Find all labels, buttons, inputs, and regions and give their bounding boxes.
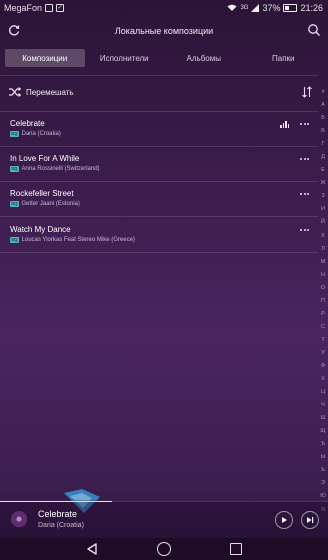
gallery-notification-icon <box>45 4 54 12</box>
track-artist: Anna Rossinelli (Switzerland) <box>21 166 100 172</box>
alphabet-index-letter[interactable]: Д <box>321 151 325 164</box>
alphabet-index-letter[interactable]: Й <box>321 216 325 229</box>
track-artist: Daria (Croatia) <box>21 131 61 137</box>
title-bar: Локальные композиции <box>0 18 328 44</box>
next-icon <box>307 517 314 523</box>
track-artist: Getter Jaani (Estonia) <box>21 201 80 207</box>
tab-artists[interactable]: Исполнители <box>85 49 165 67</box>
track-row[interactable]: Watch My Dance SQ Loucas Yiorkas Feat St… <box>0 218 318 252</box>
track-meta: SQ Daria (Croatia) <box>10 131 61 137</box>
album-art <box>10 511 28 529</box>
now-playing-bar[interactable]: Celebrate Daria (Croatia) <box>0 500 328 538</box>
track-title: Celebrate <box>10 119 45 128</box>
sort-icon[interactable] <box>301 86 313 98</box>
alphabet-index-letter[interactable]: У <box>321 347 325 360</box>
alphabet-index-letter[interactable]: Ф <box>321 360 325 373</box>
wifi-icon <box>227 4 237 11</box>
track-title: In Love For A While <box>10 154 80 163</box>
alphabet-index-letter[interactable]: Л <box>321 243 325 256</box>
track-row[interactable]: In Love For A While SQ Anna Rossinelli (… <box>0 147 318 181</box>
track-title: Rockefeller Street <box>10 189 74 198</box>
quality-badge: SQ <box>10 237 19 243</box>
search-icon[interactable] <box>307 23 321 37</box>
alphabet-index-letter[interactable]: М <box>321 256 326 269</box>
alphabet-index-letter[interactable]: Э <box>321 477 325 490</box>
alphabet-index-letter[interactable]: Ж <box>320 177 325 190</box>
alphabet-index-letter[interactable]: К <box>321 230 324 243</box>
more-icon[interactable] <box>300 156 310 162</box>
track-title: Watch My Dance <box>10 225 71 234</box>
tab-compositions[interactable]: Композиции <box>5 49 85 67</box>
network-type: 3G <box>240 5 249 11</box>
tab-folders[interactable]: Папки <box>244 49 324 67</box>
more-icon[interactable] <box>300 227 310 233</box>
alphabet-index-letter[interactable]: # <box>321 86 324 99</box>
alphabet-index-letter[interactable]: Н <box>321 269 325 282</box>
signal-icon <box>251 4 260 12</box>
alphabet-index-letter[interactable]: Б <box>321 112 325 125</box>
divider <box>0 216 318 217</box>
track-row[interactable]: Rockefeller Street SQ Getter Jaani (Esto… <box>0 182 318 216</box>
alphabet-index-letter[interactable]: Т <box>321 334 324 347</box>
quality-badge: SQ <box>10 201 19 207</box>
clock: 21:26 <box>300 3 323 13</box>
now-playing-artist: Daria (Croatia) <box>38 522 84 529</box>
alphabet-index-letter[interactable]: Щ <box>320 425 325 438</box>
playback-progress[interactable] <box>0 501 328 502</box>
alphabet-index-letter[interactable]: Ь <box>321 464 325 477</box>
alphabet-index-letter[interactable]: Х <box>321 373 325 386</box>
tab-albums[interactable]: Альбомы <box>164 49 244 67</box>
more-icon[interactable] <box>300 121 310 127</box>
alphabet-index-letter[interactable]: Ч <box>321 399 325 412</box>
equalizer-icon <box>280 120 292 128</box>
shuffle-icon <box>9 87 21 97</box>
divider <box>0 75 318 76</box>
back-icon[interactable] <box>85 542 99 556</box>
alphabet-index-letter[interactable]: Ы <box>321 451 326 464</box>
carrier-label: MegaFon <box>4 3 43 13</box>
alphabet-index-letter[interactable]: Г <box>322 138 325 151</box>
alphabet-index-letter[interactable]: И <box>321 203 325 216</box>
track-artist: Loucas Yiorkas Feat Stereo Mike (Greece) <box>21 237 135 243</box>
quality-badge: SQ <box>10 131 19 137</box>
alphabet-index-letter[interactable]: В <box>321 125 325 138</box>
alphabet-index-letter[interactable]: Р <box>321 308 325 321</box>
alphabet-index-letter[interactable]: А <box>321 99 325 112</box>
alphabet-index-letter[interactable]: Ъ <box>321 438 325 451</box>
next-button[interactable] <box>301 511 319 529</box>
shuffle-row[interactable]: Перемешать <box>0 80 318 106</box>
home-icon[interactable] <box>157 542 171 556</box>
recents-icon[interactable] <box>230 543 242 555</box>
play-button[interactable] <box>275 511 293 529</box>
track-row[interactable]: Celebrate SQ Daria (Croatia) <box>0 112 318 146</box>
shuffle-label: Перемешать <box>26 88 74 97</box>
track-meta: SQ Loucas Yiorkas Feat Stereo Mike (Gree… <box>10 237 135 243</box>
track-meta: SQ Anna Rossinelli (Switzerland) <box>10 166 100 172</box>
divider <box>0 252 318 253</box>
more-icon[interactable] <box>300 191 310 197</box>
quality-badge: SQ <box>10 166 19 172</box>
refresh-icon[interactable] <box>7 23 21 37</box>
battery-percent: 37% <box>262 3 281 13</box>
status-bar: MegaFon ✓ 3G 37% 21:26 <box>0 0 328 16</box>
alphabet-index-letter[interactable]: Е <box>321 164 325 177</box>
alphabet-index-letter[interactable]: П <box>321 295 325 308</box>
alphabet-index-letter[interactable]: Ц <box>321 386 325 399</box>
battery-icon <box>283 4 298 12</box>
track-meta: SQ Getter Jaani (Estonia) <box>10 201 80 207</box>
now-playing-title: Celebrate <box>38 509 78 519</box>
alphabet-index-letter[interactable]: З <box>321 190 324 203</box>
system-nav-bar <box>0 538 328 560</box>
tab-bar: Композиции Исполнители Альбомы Папки <box>5 49 323 67</box>
play-icon <box>282 517 287 523</box>
page-title: Локальные композиции <box>114 26 214 36</box>
alphabet-index[interactable]: # А Б В Г Д Е Ж З И Й К Л М Н О П Р С Т У Ф Х Ц Ч Ш Щ Ъ Ы Ь Э Ю Я <box>319 86 327 517</box>
download-notification-icon: ✓ <box>56 4 65 12</box>
alphabet-index-letter[interactable]: О <box>321 282 325 295</box>
alphabet-index-letter[interactable]: Ш <box>320 412 325 425</box>
alphabet-index-letter[interactable]: С <box>321 321 325 334</box>
